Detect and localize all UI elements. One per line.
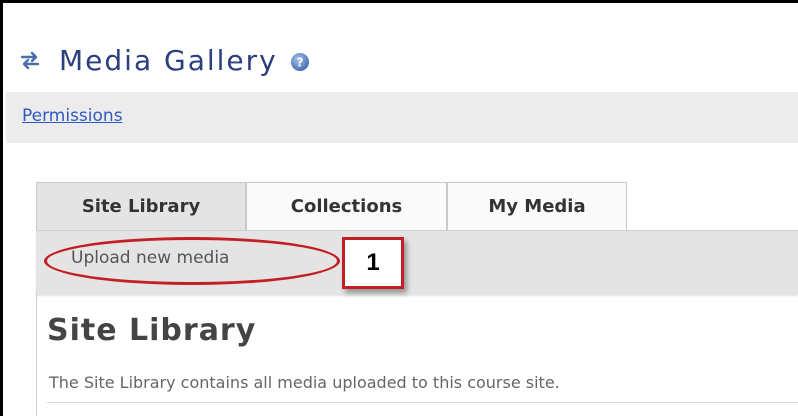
divider [47,402,798,403]
reset-icon[interactable] [19,49,41,71]
svg-text:?: ? [296,56,303,70]
tab-my-media[interactable]: My Media [447,182,627,230]
tab-collections[interactable]: Collections [246,182,447,230]
highlight-ellipse [44,237,340,285]
section-description: The Site Library contains all media uplo… [49,373,560,392]
step-callout: 1 [342,237,404,289]
section-title: Site Library [47,313,257,348]
app-window: Media Gallery ? Permissions Site Library… [0,0,798,416]
page-title: Media Gallery [59,43,278,77]
title-row: Media Gallery ? [19,40,310,80]
permissions-link[interactable]: Permissions [22,106,123,126]
tab-site-library[interactable]: Site Library [36,182,246,230]
media-toolbar: Upload new media [36,230,798,294]
content-panel: Site Library The Site Library contains a… [36,293,798,416]
help-icon[interactable]: ? [290,52,310,72]
permissions-bar: Permissions [6,92,798,143]
